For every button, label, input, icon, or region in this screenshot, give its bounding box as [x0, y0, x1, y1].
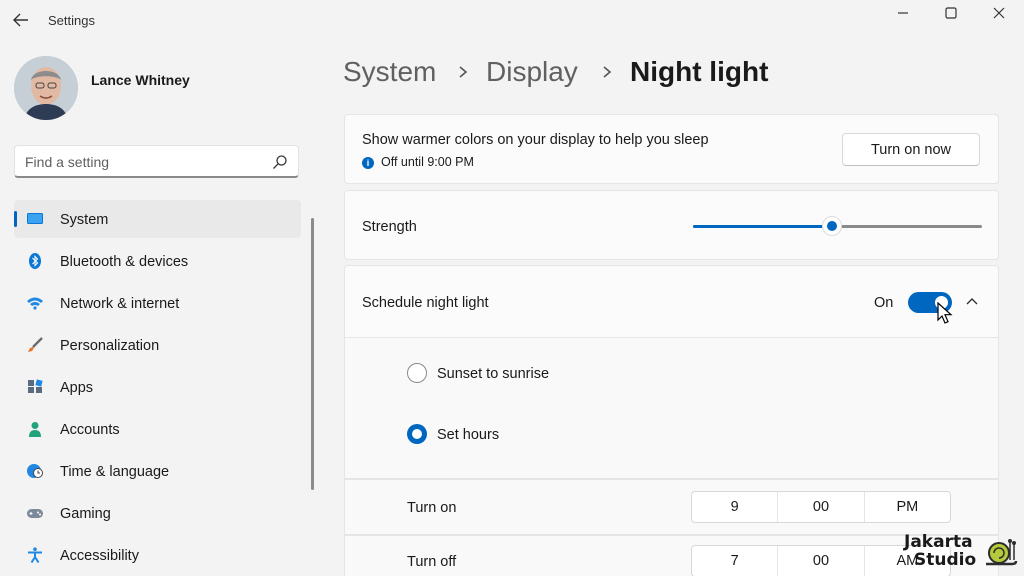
schedule-label: Schedule night light	[362, 295, 489, 311]
turn-on-now-button[interactable]: Turn on now	[842, 133, 980, 166]
breadcrumb-display[interactable]: Display	[486, 56, 578, 88]
strength-slider[interactable]	[693, 216, 982, 236]
turn-off-label: Turn off	[407, 554, 457, 570]
sidebar-item-label: Apps	[60, 380, 94, 396]
mouse-cursor-icon	[937, 302, 953, 324]
sidebar-item-time-language[interactable]: Time & language	[14, 452, 301, 490]
search-input[interactable]: Find a setting	[14, 145, 299, 178]
close-button[interactable]	[976, 0, 1022, 26]
option-label: Sunset to sunrise	[437, 366, 550, 382]
info-icon: i	[362, 157, 374, 169]
turn-on-time-picker[interactable]: 9 00 PM	[691, 491, 951, 523]
brush-icon	[28, 337, 43, 352]
hour-field[interactable]: 9	[692, 492, 779, 522]
watermark-line2: Studio	[914, 550, 977, 570]
slider-fill	[693, 225, 832, 228]
close-icon	[993, 7, 1005, 19]
chevron-right-icon	[459, 66, 468, 78]
radio-set-hours[interactable]	[407, 424, 427, 444]
bluetooth-icon	[29, 253, 41, 269]
back-button[interactable]	[10, 8, 32, 32]
sidebar-item-label: Gaming	[60, 506, 111, 522]
sidebar-nav: System Bluetooth & devices Network & int…	[14, 200, 301, 576]
turn-on-label: Turn on	[407, 500, 457, 516]
sidebar-item-label: System	[60, 212, 109, 228]
search-icon	[273, 155, 287, 169]
sidebar-item-label: Network & internet	[60, 296, 180, 312]
maximize-button[interactable]	[928, 0, 974, 26]
maximize-icon	[945, 7, 957, 19]
sidebar-item-label: Personalization	[60, 338, 160, 354]
user-photo	[14, 56, 78, 120]
globe-clock-icon	[27, 464, 43, 478]
schedule-card[interactable]: Schedule night light On	[344, 265, 999, 338]
user-name: Lance Whitney	[91, 72, 190, 88]
minute-field[interactable]: 00	[778, 546, 865, 576]
night-light-status-card: Show warmer colors on your display to he…	[344, 114, 999, 184]
minute-field[interactable]: 00	[778, 492, 865, 522]
sidebar-item-bluetooth[interactable]: Bluetooth & devices	[14, 242, 301, 280]
sidebar-item-apps[interactable]: Apps	[14, 368, 301, 406]
active-indicator	[14, 211, 17, 227]
sidebar-item-accessibility[interactable]: Accessibility	[14, 536, 301, 574]
night-light-description: Show warmer colors on your display to he…	[362, 132, 709, 148]
sidebar-item-network[interactable]: Network & internet	[14, 284, 301, 322]
sidebar-item-label: Time & language	[60, 464, 170, 480]
sidebar-item-personalization[interactable]: Personalization	[14, 326, 301, 364]
page-title: Night light	[630, 56, 769, 87]
accessibility-icon	[28, 547, 42, 563]
sidebar-item-system[interactable]: System	[14, 200, 301, 238]
slider-thumb[interactable]	[821, 216, 842, 236]
sidebar-scrollbar[interactable]	[311, 218, 314, 490]
strength-label: Strength	[362, 219, 417, 235]
period-field[interactable]: PM	[865, 492, 950, 522]
sidebar-item-label: Bluetooth & devices	[60, 254, 189, 270]
person-icon	[29, 422, 41, 437]
app-title: Settings	[48, 13, 95, 28]
strength-card: Strength	[344, 190, 999, 260]
breadcrumb-system[interactable]: System	[343, 56, 436, 88]
monitor-icon	[27, 213, 43, 224]
sidebar-item-gaming[interactable]: Gaming	[14, 494, 301, 532]
watermark-logo: Jakarta Studio	[900, 532, 1020, 572]
chevron-up-icon[interactable]	[965, 295, 979, 309]
apps-icon	[28, 379, 43, 393]
arrow-left-icon	[13, 13, 28, 27]
sidebar-item-label: Accounts	[60, 422, 120, 438]
title-bar: Settings	[0, 0, 1024, 40]
avatar[interactable]	[14, 56, 78, 120]
hour-field[interactable]: 7	[692, 546, 779, 576]
night-light-status: Off until 9:00 PM	[381, 155, 474, 169]
schedule-options: Sunset to sunrise Set hours	[344, 338, 999, 479]
minimize-button[interactable]	[880, 0, 926, 26]
search-placeholder: Find a setting	[25, 154, 110, 170]
snail-icon	[986, 539, 1018, 566]
radio-sunset-to-sunrise[interactable]	[407, 363, 427, 383]
minimize-icon	[898, 12, 908, 14]
schedule-state: On	[874, 295, 894, 311]
wifi-icon	[27, 297, 43, 310]
sidebar-item-accounts[interactable]: Accounts	[14, 410, 301, 448]
sidebar-item-label: Accessibility	[60, 548, 139, 564]
option-label: Set hours	[437, 427, 500, 443]
turn-on-row: Turn on 9 00 PM	[344, 479, 999, 535]
gamepad-icon	[27, 509, 43, 518]
watermark-line1: Jakarta	[904, 532, 973, 552]
chevron-right-icon	[603, 66, 612, 78]
